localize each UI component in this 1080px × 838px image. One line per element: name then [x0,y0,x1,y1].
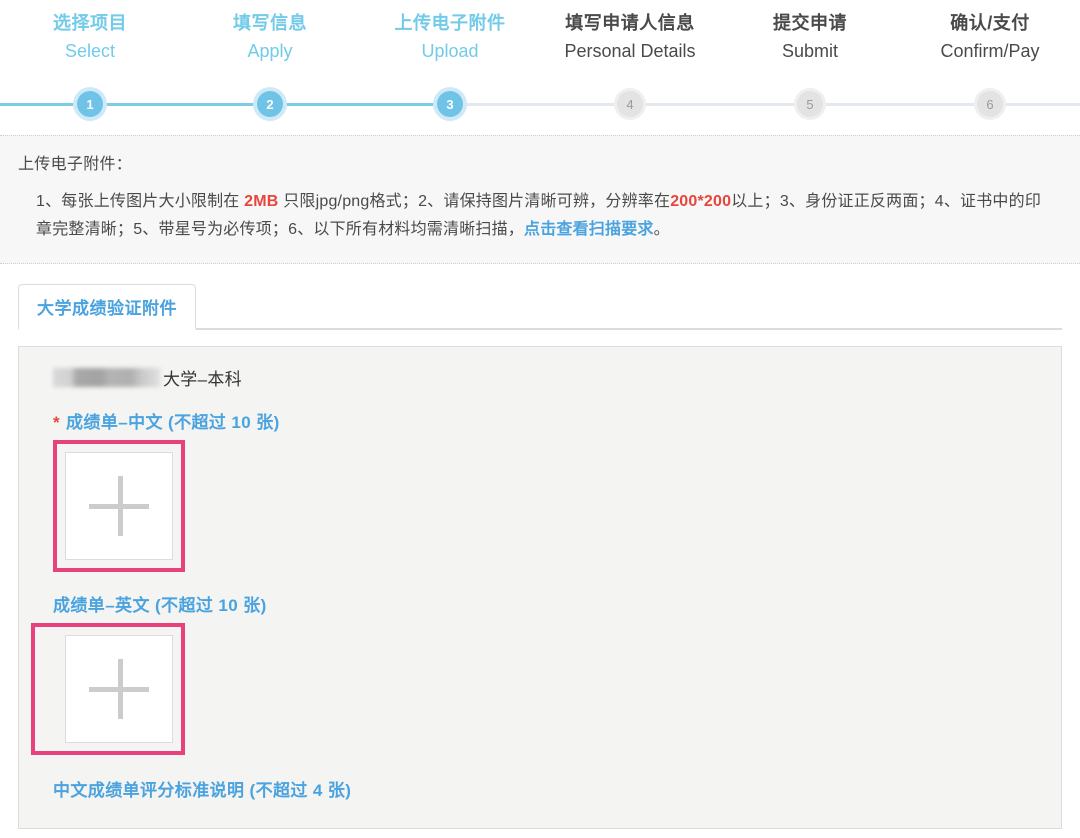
field-label-text: 成绩单–中文 (不超过 10 张) [66,412,280,432]
stepper-dots: 1 2 3 4 5 6 [0,86,1080,122]
step-label-en: Apply [247,41,293,62]
upload-box-transcript-chinese[interactable] [65,451,173,560]
step-label-2[interactable]: 填写信息 Apply [180,10,360,64]
step-dot-3[interactable]: 3 [437,91,463,117]
field-label-transcript-chinese: * 成绩单–中文 (不超过 10 张) [53,408,1041,433]
upload-notice-panel: 上传电子附件： 1、每张上传图片大小限制在 2MB 只限jpg/png格式；2、… [0,135,1080,264]
step-label-4[interactable]: 填写申请人信息 Personal Details [540,10,720,64]
upload-box-transcript-english[interactable] [65,634,173,743]
step-label-6[interactable]: 确认/支付 Confirm/Pay [900,10,1080,64]
notice-title: 上传电子附件： [18,156,133,173]
step-label-en: Select [64,41,116,62]
field-label-text: 中文成绩单评分标准说明 (不超过 4 张) [53,780,352,800]
tab-university-transcript-attachments[interactable]: 大学成绩验证附件 [18,283,196,330]
notice-size-limit: 2MB [244,193,279,210]
stepper-labels: 选择项目 Select 填写信息 Apply 上传电子附件 Upload 填写申… [0,0,1080,64]
notice-text-part4: 。 [653,221,670,239]
tabs-container: 大学成绩验证附件 [0,263,1080,330]
step-label-cn: 填写申请人信息 [565,13,695,33]
notice-body: 1、每张上传图片大小限制在 2MB 只限jpg/png格式；2、请保持图片清晰可… [18,188,1062,245]
notice-text-part1: 1、每张上传图片大小限制在 [36,193,245,210]
step-dot-cell-4: 4 [540,86,720,122]
step-label-cn: 选择项目 [53,13,127,33]
plus-icon [117,475,123,536]
required-star-icon: * [53,412,61,432]
scan-requirements-link[interactable]: 点击查看扫描要求 [524,221,654,238]
upload-highlight-transcript-chinese [53,439,185,572]
step-dot-4[interactable]: 4 [617,91,643,117]
school-name-suffix: 大学–本科 [163,369,242,389]
field-label-grading-standard-chinese: 中文成绩单评分标准说明 (不超过 4 张) [53,776,1041,801]
step-label-5[interactable]: 提交申请 Submit [720,10,900,64]
step-dot-2[interactable]: 2 [257,91,283,117]
step-label-en: Submit [781,41,839,62]
step-label-en: Upload [421,41,479,62]
step-label-en: Personal Details [564,41,696,62]
progress-stepper: 选择项目 Select 填写信息 Apply 上传电子附件 Upload 填写申… [0,0,1080,135]
step-dot-cell-3: 3 [360,86,540,122]
step-dot-6[interactable]: 6 [977,91,1003,117]
field-label-transcript-english: 成绩单–英文 (不超过 10 张) [53,591,1041,616]
step-dot-cell-2: 2 [180,86,360,122]
step-label-1[interactable]: 选择项目 Select [0,10,180,64]
step-dot-cell-1: 1 [0,86,180,122]
upload-highlight-transcript-english [31,622,185,755]
step-label-cn: 上传电子附件 [394,13,506,33]
attachments-panel-container: 大学–本科 * 成绩单–中文 (不超过 10 张) 成绩单–英文 (不超过 10… [0,329,1080,829]
step-label-cn: 提交申请 [773,13,847,33]
tab-bar: 大学成绩验证附件 [18,283,1062,330]
field-label-text: 成绩单–英文 (不超过 10 张) [53,595,267,615]
step-dot-cell-5: 5 [720,86,900,122]
step-dot-1[interactable]: 1 [77,91,103,117]
school-name-row: 大学–本科 [53,365,1041,390]
attachments-panel: 大学–本科 * 成绩单–中文 (不超过 10 张) 成绩单–英文 (不超过 10… [18,345,1062,829]
plus-icon [117,658,123,719]
step-label-3[interactable]: 上传电子附件 Upload [360,10,540,64]
notice-text-part2: 只限jpg/png格式；2、请保持图片清晰可辨，分辨率在 [278,193,671,210]
stepper-track: 1 2 3 4 5 6 [0,86,1080,122]
redacted-school-name [53,367,161,387]
step-label-cn: 填写信息 [233,13,307,33]
notice-resolution: 200*200 [670,193,732,210]
step-label-cn: 确认/支付 [950,13,1030,33]
step-label-en: Confirm/Pay [940,41,1040,62]
step-dot-5[interactable]: 5 [797,91,823,117]
step-dot-cell-6: 6 [900,86,1080,122]
